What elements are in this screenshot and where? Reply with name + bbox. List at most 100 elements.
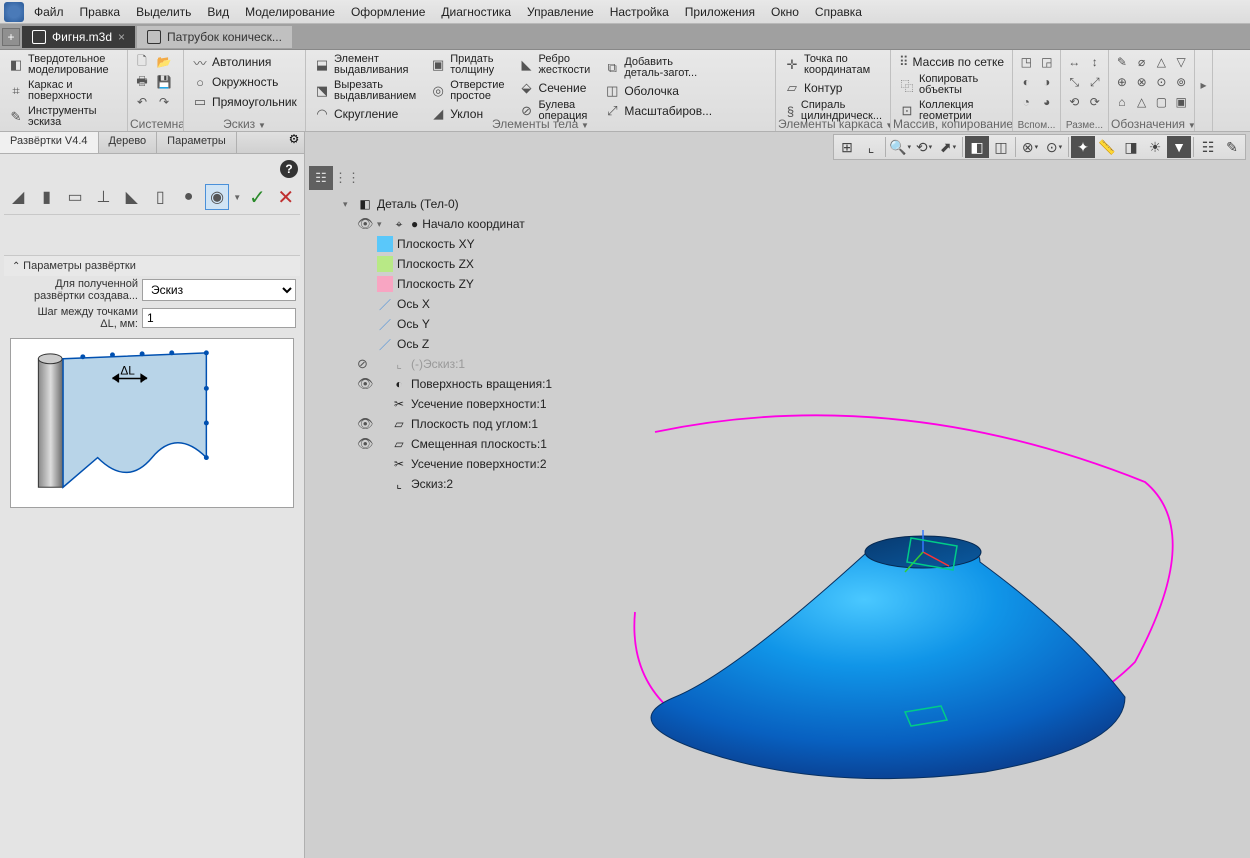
circle-button[interactable]: ○Окружность [188, 72, 301, 92]
shape-tee-icon[interactable]: ⊥ [91, 184, 115, 210]
tab-inactive[interactable]: Патрубок коническ... [137, 26, 292, 48]
shape-trans-icon[interactable]: ▯ [148, 184, 172, 210]
grid-array-button[interactable]: ⠿Массив по сетке [895, 52, 1008, 72]
menu-file[interactable]: Файл [28, 3, 70, 21]
hole-button[interactable]: ◎Отверстие простое [426, 78, 508, 104]
dim-icon[interactable]: ⟳ [1086, 92, 1105, 112]
grid-array-icon: ⠿ [899, 54, 909, 70]
extrude-button[interactable]: ⬓Элемент выдавливания [310, 52, 420, 78]
cancel-icon[interactable]: ✕ [274, 184, 298, 210]
part-icon [147, 30, 161, 44]
section-button[interactable]: ⬙Сечение [515, 78, 595, 98]
tab-label: Фигня.m3d [52, 30, 112, 44]
ann-icon[interactable]: ▽ [1172, 52, 1190, 72]
param-step: Шаг между точками ΔL, мм: [4, 304, 300, 332]
aux-icon[interactable]: ◔ [1017, 92, 1036, 112]
apply-icon[interactable]: ✓ [245, 184, 269, 210]
shape-sphere-icon[interactable]: ● [176, 184, 200, 210]
create-as-select[interactable]: Эскиз [142, 279, 296, 301]
dim-icon[interactable]: ↔ [1065, 52, 1084, 72]
shape-box-icon[interactable]: ▭ [63, 184, 87, 210]
menu-diagnostics[interactable]: Диагностика [435, 3, 517, 21]
cut-extrude-button[interactable]: ⬔Вырезать выдавливанием [310, 78, 420, 104]
wire-icon: ⌗ [8, 83, 24, 99]
menu-control[interactable]: Управление [521, 3, 600, 21]
menu-select[interactable]: Выделить [130, 3, 197, 21]
menu-addons[interactable]: Приложения [679, 3, 761, 21]
dim-icon[interactable]: ⤡ [1065, 72, 1084, 92]
ann-icon[interactable]: ⊕ [1113, 72, 1131, 92]
menu-window[interactable]: Окно [765, 3, 805, 21]
aux-icon[interactable]: ◐ [1017, 72, 1036, 92]
menu-view[interactable]: Вид [201, 3, 235, 21]
ribbon-overflow[interactable]: ▸ [1195, 50, 1213, 131]
shell-button[interactable]: ◫Оболочка [600, 81, 716, 101]
shape-elbow-icon[interactable]: ◣ [120, 184, 144, 210]
dim-icon[interactable]: ↕ [1086, 52, 1105, 72]
shape-cylinder-icon[interactable]: ▮ [34, 184, 58, 210]
ann-icon[interactable]: ⊚ [1172, 72, 1190, 92]
menu-design[interactable]: Оформление [345, 3, 431, 21]
panel-settings-icon[interactable]: ⚙ [284, 132, 304, 153]
viewport-3d[interactable]: ⊞ ⌞ 🔍▾ ⟲▾ ⬈▾ ◧ ◫ ⊗▾ ⊙▾ ✦ 📏 ◨ ☀ ▼ ☷ ✎ ☷ [305, 132, 1250, 858]
shape-surface-icon[interactable]: ◉ [205, 184, 229, 210]
open-icon[interactable]: 📂 [154, 52, 174, 72]
contour-icon: ▱ [784, 80, 800, 96]
thicken-icon: ▣ [430, 57, 446, 73]
add-part-button[interactable]: ⧉Добавить деталь-загот... [600, 55, 716, 81]
ribbon-group-aux: ◳◲ ◐◑ ◔◕ Вспом... [1013, 50, 1061, 131]
mode-wire-button[interactable]: ⌗Каркас и поверхности [4, 78, 123, 104]
ann-icon[interactable]: △ [1153, 52, 1171, 72]
mode-solid-button[interactable]: ◧Твердотельное моделирование [4, 52, 123, 78]
close-icon[interactable]: × [118, 30, 125, 44]
tab-active[interactable]: Фигня.m3d × [22, 26, 135, 48]
menu-edit[interactable]: Правка [74, 3, 127, 21]
point-button[interactable]: ✛Точка по координатам [780, 52, 886, 78]
rectangle-button[interactable]: ▭Прямоугольник [188, 92, 301, 112]
aux-icon[interactable]: ◳ [1017, 52, 1036, 72]
rib-button[interactable]: ◣Ребро жесткости [515, 52, 595, 78]
ribbon-group-ann: ✎⌀△▽ ⊕⊗⊙⊚ ⌂△▢▣ Обозначения ▼ [1109, 50, 1195, 131]
menu-help[interactable]: Справка [809, 3, 868, 21]
menu-modeling[interactable]: Моделирование [239, 3, 341, 21]
new-icon[interactable]: 🗋 [132, 52, 152, 72]
aux-icon[interactable]: ◲ [1038, 52, 1057, 72]
save-icon[interactable]: 💾 [154, 72, 174, 92]
thicken-button[interactable]: ▣Придать толщину [426, 52, 508, 78]
undo-icon[interactable]: ↶ [132, 92, 152, 112]
contour-button[interactable]: ▱Контур [780, 78, 886, 98]
ann-icon[interactable]: △ [1133, 92, 1151, 112]
ann-icon[interactable]: ⊗ [1133, 72, 1151, 92]
panel-tab-unfold[interactable]: Развёртки V4.4 [0, 132, 99, 153]
ribbon-group-dim: ↔↕ ⤡⤢ ⟲⟳ Разме... [1061, 50, 1109, 131]
ann-icon[interactable]: ✎ [1113, 52, 1131, 72]
shape-cone-icon[interactable]: ◢ [6, 184, 30, 210]
aux-icon[interactable]: ◕ [1038, 92, 1057, 112]
autoline-button[interactable]: 〰Автолиния [188, 52, 301, 72]
solid-icon: ◧ [8, 57, 24, 73]
dim-icon[interactable]: ⟲ [1065, 92, 1084, 112]
copy-button[interactable]: ⿻Копировать объекты [895, 72, 1008, 98]
ann-icon[interactable]: ⌂ [1113, 92, 1131, 112]
panel-tab-params[interactable]: Параметры [157, 132, 237, 153]
unfold-preview: ΔL [10, 338, 294, 508]
new-document-button[interactable]: + [2, 28, 20, 46]
panel-tab-tree[interactable]: Дерево [99, 132, 158, 153]
ann-icon[interactable]: ▣ [1172, 92, 1190, 112]
ann-icon[interactable]: ▢ [1153, 92, 1171, 112]
main-area: Развёртки V4.4 Дерево Параметры ⚙ ? ◢ ▮ … [0, 132, 1250, 858]
step-input[interactable] [142, 308, 296, 328]
menu-settings[interactable]: Настройка [604, 3, 675, 21]
ann-icon[interactable]: ⊙ [1153, 72, 1171, 92]
help-icon[interactable]: ? [280, 160, 298, 178]
ribbon-group-array: ⠿Массив по сетке ⿻Копировать объекты ⊡Ко… [891, 50, 1013, 131]
mode-sketch-button[interactable]: ✎Инструменты эскиза [4, 104, 123, 130]
group-title: Элементы каркаса ▼ [776, 117, 890, 131]
dim-icon[interactable]: ⤢ [1086, 72, 1105, 92]
ribbon-group-modes: ◧Твердотельное моделирование ⌗Каркас и п… [0, 50, 128, 131]
section-header[interactable]: Параметры развёртки [4, 256, 300, 276]
print-icon[interactable]: 🖶 [132, 72, 152, 92]
ann-icon[interactable]: ⌀ [1133, 52, 1151, 72]
aux-icon[interactable]: ◑ [1038, 72, 1057, 92]
redo-icon[interactable]: ↷ [154, 92, 174, 112]
